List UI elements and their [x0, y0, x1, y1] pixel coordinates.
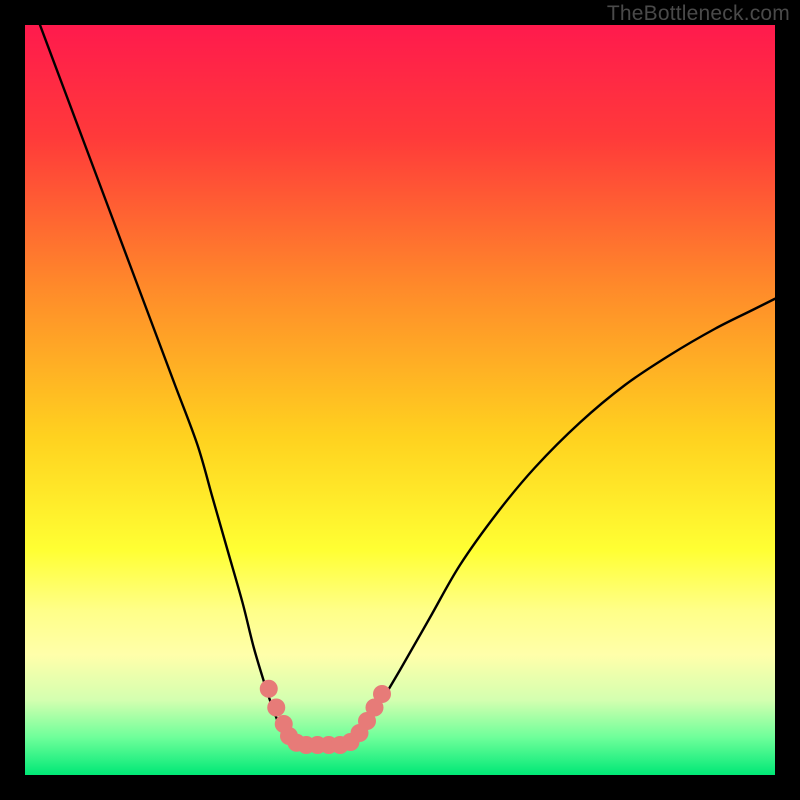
- plot-area: [25, 25, 775, 775]
- watermark-text: TheBottleneck.com: [607, 2, 790, 26]
- highlight-point: [267, 699, 285, 717]
- chart-frame: TheBottleneck.com: [0, 0, 800, 800]
- highlight-point: [260, 680, 278, 698]
- bottleneck-chart: [25, 25, 775, 775]
- highlight-point: [373, 685, 391, 703]
- gradient-background: [25, 25, 775, 775]
